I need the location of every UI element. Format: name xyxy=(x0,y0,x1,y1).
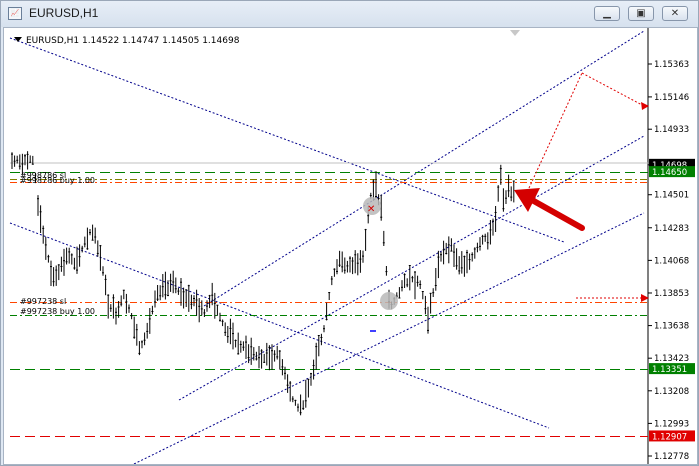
chart-area[interactable]: ✕ EURUSD,H1 1.14522 1.14747 1.14505 1.14… xyxy=(3,27,698,465)
channel-line-bottom xyxy=(133,212,645,464)
chart-window-icon: 📈 xyxy=(8,7,22,20)
trend-line-upper-desc xyxy=(9,37,565,243)
price-tick-label-8: 1.13638 xyxy=(654,322,689,332)
restore-button[interactable]: ▣ xyxy=(628,6,654,21)
price-tick-label-9: 1.13423 xyxy=(654,354,689,364)
order-label-lower-sl: #997238 sl xyxy=(20,297,66,306)
projection-up xyxy=(528,72,583,189)
price-badge-label-1: 1.14650 xyxy=(652,168,687,178)
price-tick-label-1: 1.15146 xyxy=(654,93,689,103)
price-chart[interactable]: ✕ EURUSD,H1 1.14522 1.14747 1.14505 1.14… xyxy=(4,28,697,464)
price-tick-label-12: 1.12778 xyxy=(654,452,689,462)
order-marker-lower[interactable] xyxy=(380,292,398,310)
close-icon: ✕ xyxy=(670,8,680,19)
price-tick-label-0: 1.15363 xyxy=(654,60,689,70)
order-label-lower-buy: #997238 buy 1.00 xyxy=(20,307,95,316)
price-tick-label-5: 1.14283 xyxy=(654,224,689,234)
chart-header-text: EURUSD,H1 1.14522 1.14747 1.14505 1.1469… xyxy=(26,36,240,46)
price-tick-label-6: 1.14068 xyxy=(654,256,689,266)
price-badge-label-2: 1.13351 xyxy=(652,365,687,375)
trend-lines xyxy=(9,30,645,464)
price-badge-label-3: 1.12907 xyxy=(652,432,687,442)
price-axis[interactable]: 1.153631.151461.149331.146981.145011.142… xyxy=(648,60,695,462)
window-title: EURUSD,H1 xyxy=(29,6,99,20)
candles xyxy=(11,151,515,416)
shift-marker[interactable] xyxy=(510,30,520,36)
close-button[interactable]: ✕ xyxy=(662,6,688,21)
price-tick-label-4: 1.14501 xyxy=(654,191,689,201)
channel-line-outer xyxy=(203,30,645,307)
trend-line-lower-desc xyxy=(9,222,550,429)
chart-window: 📈 EURUSD,H1 ▁ ▣ ✕ ✕ EURUSD,H1 1.14522 1.… xyxy=(0,0,699,466)
order-label-upper-buy: #998786 buy 1.00 xyxy=(20,176,95,185)
price-tick-label-11: 1.12993 xyxy=(654,419,689,429)
price-tick-label-2: 1.14933 xyxy=(654,125,689,135)
minimize-button[interactable]: ▁ xyxy=(594,6,620,21)
projection-lines xyxy=(528,72,645,299)
minimize-icon: ▁ xyxy=(603,8,611,19)
order-marker-upper-glyph: ✕ xyxy=(367,204,375,215)
projection-right-top xyxy=(581,72,645,107)
price-tick-label-10: 1.13208 xyxy=(654,387,689,397)
restore-icon: ▣ xyxy=(636,8,646,19)
annotation-arrow xyxy=(514,188,585,231)
price-tick-label-7: 1.13853 xyxy=(654,289,689,299)
title-bar[interactable]: 📈 EURUSD,H1 ▁ ▣ ✕ xyxy=(1,1,698,27)
